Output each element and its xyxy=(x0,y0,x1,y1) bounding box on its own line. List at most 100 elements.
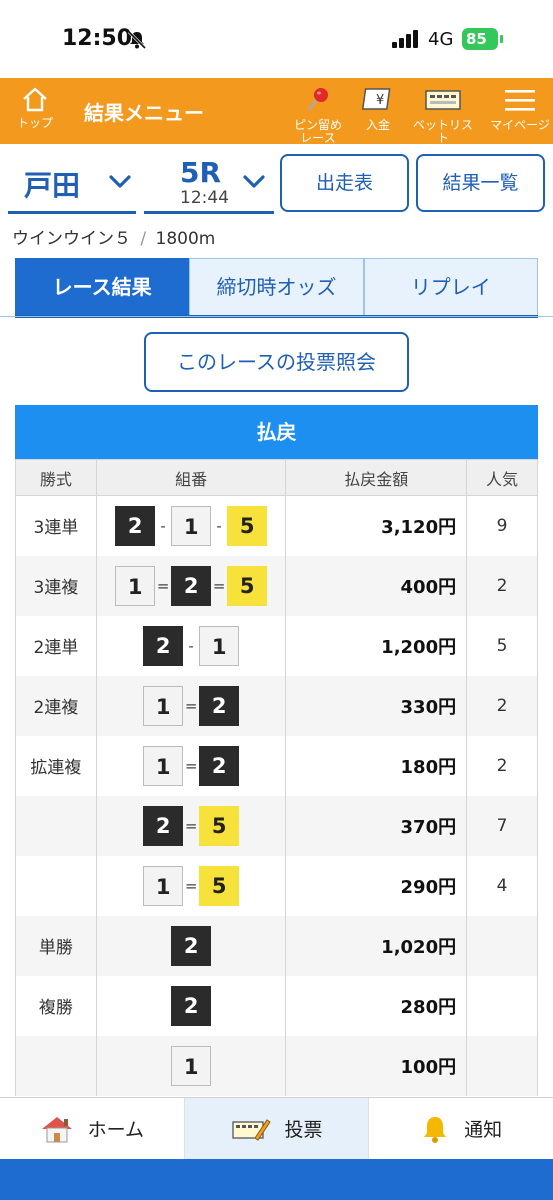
venue-select[interactable]: 戸田 xyxy=(8,154,136,214)
tab-replay[interactable]: リプレイ xyxy=(363,258,538,315)
race-number: 5R xyxy=(180,156,222,189)
payout-row: 2連単 2-1 1,200円 5 xyxy=(15,615,538,676)
bet-type xyxy=(15,1035,97,1096)
payout-row: 2連複 1 = 2 330円 2 xyxy=(15,675,538,736)
header-amount: 払戻金額 xyxy=(285,459,468,496)
app-header: トップ 結果メニュー ピン留め レース ¥ 入金 ベットリスト マイページ xyxy=(0,78,553,145)
my-page-button[interactable]: マイページ xyxy=(488,86,552,132)
combo-separator: = xyxy=(212,576,226,595)
boat-number-badge: 2 xyxy=(171,925,212,966)
bet-type xyxy=(15,855,97,916)
boat-number-badge: 5 xyxy=(227,565,268,606)
race-info-separator: / xyxy=(140,229,147,249)
boat-number-badge: 1 xyxy=(143,685,184,726)
bet-list-label: ベットリスト xyxy=(412,118,473,145)
bet-type: 2連単 xyxy=(15,615,97,676)
combination: 1 = 2 xyxy=(95,735,287,796)
tab-closing-odds[interactable]: 締切時オッズ xyxy=(189,258,364,315)
popularity xyxy=(466,975,538,1036)
combination: 2-1-5 xyxy=(95,495,287,556)
boat-number-badge: 1 xyxy=(171,505,212,546)
combination: 1 xyxy=(95,1035,287,1096)
top-button[interactable]: トップ xyxy=(12,86,58,131)
top-label: トップ xyxy=(16,116,53,130)
my-page-label: マイページ xyxy=(490,118,550,132)
bet-list-button[interactable]: ベットリスト xyxy=(410,86,476,145)
status-bar: 12:50 4G 85 xyxy=(0,0,553,78)
vote-inquiry-button[interactable]: このレースの投票照会 xyxy=(144,332,409,392)
payout-amount: 1,200円 xyxy=(285,615,468,676)
menu-icon xyxy=(505,90,535,111)
boat-number-badge: 2 xyxy=(115,505,156,546)
popularity: 2 xyxy=(466,675,538,736)
combination: 1 = 2 = 5 xyxy=(95,555,287,616)
bet-type: 3連複 xyxy=(15,555,97,616)
house-icon xyxy=(41,1116,72,1142)
payout-amount: 100円 xyxy=(285,1035,468,1096)
popularity: 2 xyxy=(466,555,538,616)
payout-row: 3連単 2-1-5 3,120円 9 xyxy=(15,495,538,556)
pushpin-icon xyxy=(307,88,328,111)
divider xyxy=(0,316,553,317)
combo-separator: = xyxy=(184,816,198,835)
nav-notify-label: 通知 xyxy=(464,1119,503,1141)
boat-number-badge: 1 xyxy=(143,745,184,786)
bet-type: 拡連複 xyxy=(15,735,97,796)
race-select[interactable]: 5R 12:44 xyxy=(144,154,274,214)
popularity xyxy=(466,915,538,976)
chevron-down-icon xyxy=(109,175,131,188)
combo-separator: = xyxy=(156,576,170,595)
entries-button[interactable]: 出走表 xyxy=(280,154,409,212)
payout-row: 1 100円 xyxy=(15,1035,538,1096)
combination: 2 xyxy=(95,975,287,1036)
payout-title: 払戻 xyxy=(15,405,538,459)
bet-type: 単勝 xyxy=(15,915,97,976)
venue-name: 戸田 xyxy=(24,169,81,202)
boat-number-badge: 2 xyxy=(199,745,240,786)
pinned-race-button[interactable]: ピン留め レース xyxy=(288,86,348,145)
race-selector: 戸田 5R 12:44 出走表 結果一覧 xyxy=(0,152,553,216)
payout-row: 1 = 5 290円 4 xyxy=(15,855,538,916)
race-time: 12:44 xyxy=(180,188,229,208)
bottom-navigation: ホーム 投票 通知 xyxy=(0,1097,553,1159)
payout-amount: 3,120円 xyxy=(285,495,468,556)
race-info: ウインウイン５ / 1800m xyxy=(12,224,215,249)
nav-home[interactable]: ホーム xyxy=(0,1098,185,1159)
yen-card-icon: ¥ xyxy=(361,88,391,110)
tab-race-result[interactable]: レース結果 xyxy=(15,258,190,315)
combo-separator: - xyxy=(216,516,222,535)
combination: 1 = 2 xyxy=(95,675,287,736)
deposit-button[interactable]: ¥ 入金 xyxy=(356,86,400,132)
payout-row: 単勝 2 1,020円 xyxy=(15,915,538,976)
boat-number-badge: 2 xyxy=(143,625,184,666)
nav-home-label: ホーム xyxy=(87,1119,145,1141)
signal-icon xyxy=(392,30,418,48)
bell-muted-icon xyxy=(127,30,147,50)
bet-type: 複勝 xyxy=(15,975,97,1036)
bet-type: 3連単 xyxy=(15,495,97,556)
nav-notify[interactable]: 通知 xyxy=(369,1098,553,1159)
payout-amount: 280円 xyxy=(285,975,468,1036)
header-popularity: 人気 xyxy=(466,459,538,496)
payout-table: 勝式 組番 払戻金額 人気 3連単 2-1-5 3,120円 9 3連複 1 = 2 = 5 400… xyxy=(15,459,538,1096)
results-list-button[interactable]: 結果一覧 xyxy=(416,154,545,212)
payout-amount: 330円 xyxy=(285,675,468,736)
bet-type xyxy=(15,795,97,856)
boat-number-badge: 2 xyxy=(171,565,212,606)
boat-number-badge: 1 xyxy=(199,625,240,666)
popularity: 5 xyxy=(466,615,538,676)
payout-row: 拡連複 1 = 2 180円 2 xyxy=(15,735,538,796)
payout-row: 2 = 5 370円 7 xyxy=(15,795,538,856)
payout-amount: 400円 xyxy=(285,555,468,616)
bell-icon xyxy=(424,1116,447,1143)
header-combo: 組番 xyxy=(95,459,287,496)
header-type: 勝式 xyxy=(15,459,97,496)
boat-number-badge: 5 xyxy=(199,865,240,906)
payout-amount: 180円 xyxy=(285,735,468,796)
boat-number-badge: 2 xyxy=(171,985,212,1026)
popularity: 2 xyxy=(466,735,538,796)
combo-separator: = xyxy=(184,876,198,895)
combo-separator: - xyxy=(160,516,166,535)
combo-separator: = xyxy=(184,756,198,775)
nav-vote[interactable]: 投票 xyxy=(184,1098,370,1159)
